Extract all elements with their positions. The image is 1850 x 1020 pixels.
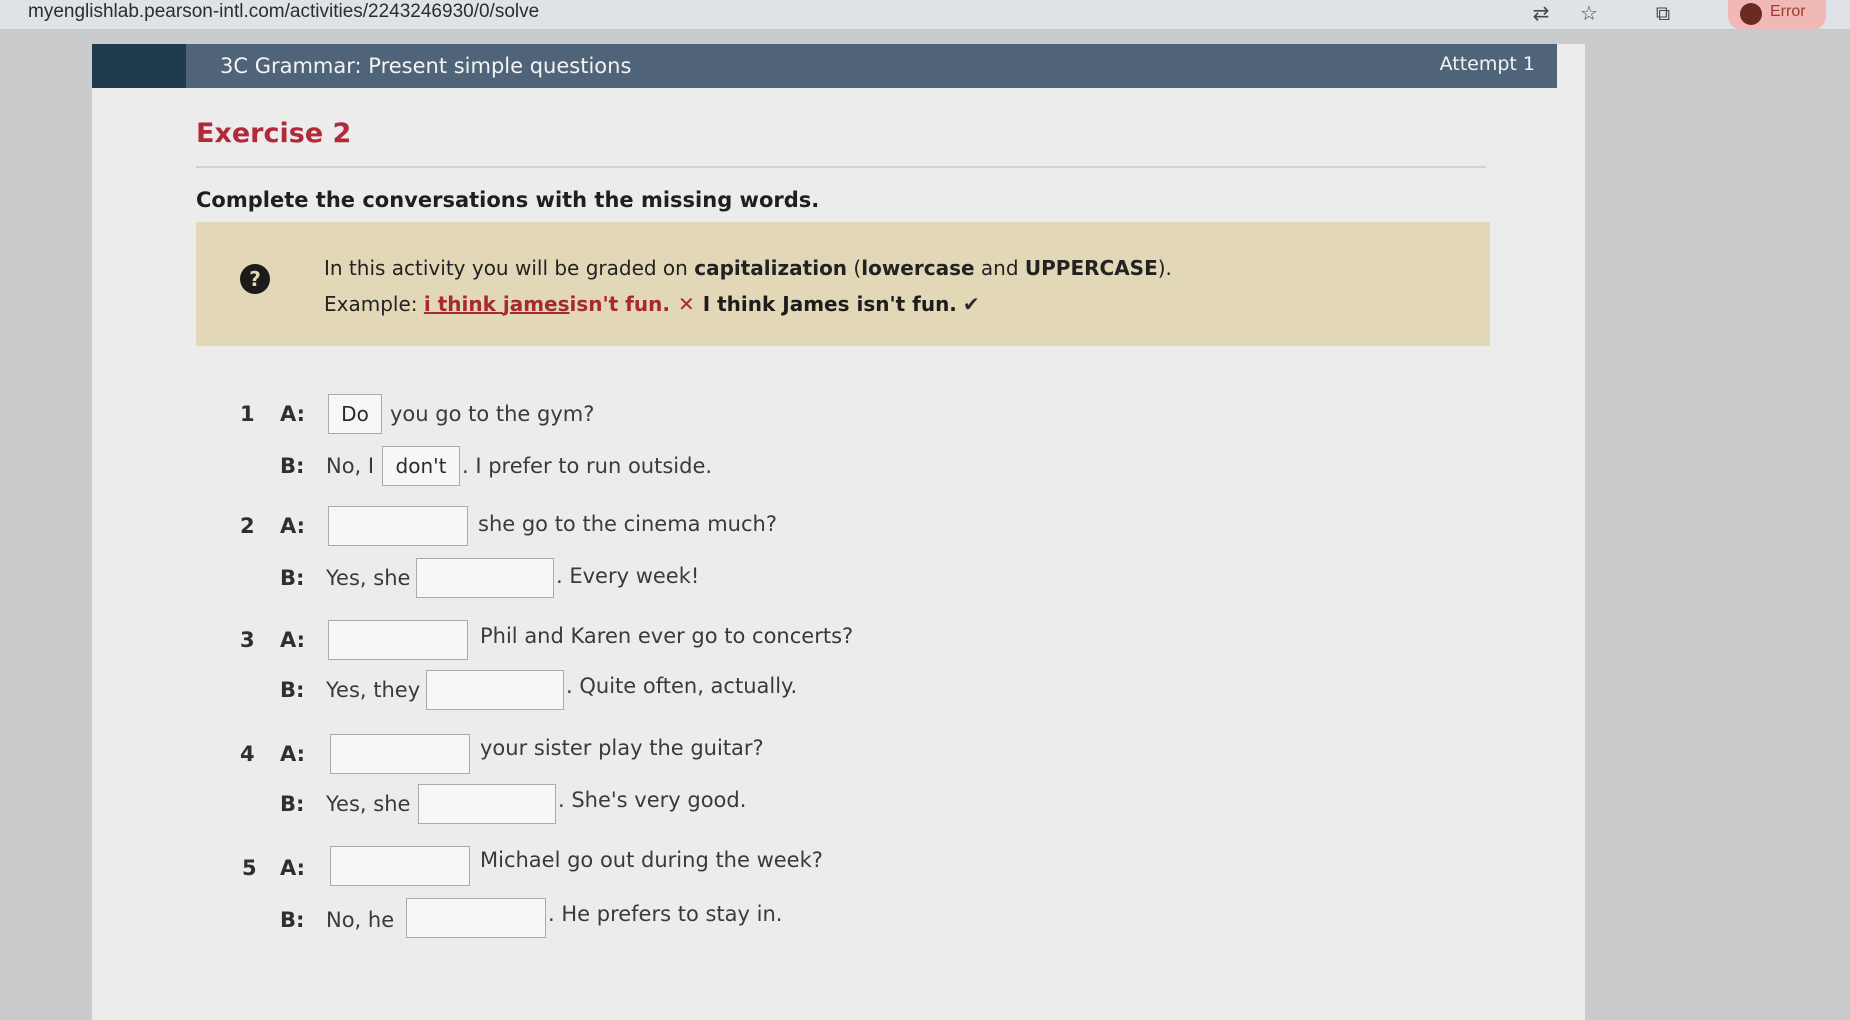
profile-error-button[interactable]: Error xyxy=(1728,0,1826,30)
question-5-b: B: No, he . He prefers to stay in. xyxy=(240,898,880,938)
answer-suffix: . Quite often, actually. xyxy=(566,674,798,698)
answer-field-2b[interactable] xyxy=(416,558,554,598)
avatar xyxy=(1740,3,1762,25)
answer-prefix: No, I xyxy=(326,454,375,478)
question-3-b: B: Yes, they . Quite often, actually. xyxy=(240,670,880,710)
address-bar[interactable]: myenglishlab.pearson-intl.com/activities… xyxy=(28,0,539,24)
speaker-b-label: B: xyxy=(280,678,305,702)
answer-field-4a[interactable] xyxy=(330,734,470,774)
answer-prefix: No, he xyxy=(326,908,395,932)
question-2-a: 2 A: she go to the cinema much? xyxy=(240,506,840,546)
question-1-b: B: No, I . I prefer to run outside. xyxy=(240,446,840,486)
info-text-prefix: In this activity you will be graded on xyxy=(324,256,695,280)
speaker-a-label: A: xyxy=(280,742,306,766)
answer-suffix: . I prefer to run outside. xyxy=(462,454,713,478)
answer-field-4b[interactable] xyxy=(418,784,556,824)
check-icon: ✔ xyxy=(962,292,980,316)
speaker-a-label: A: xyxy=(280,514,306,538)
answer-field-3b[interactable] xyxy=(426,670,564,710)
translate-icon[interactable]: ⇄ xyxy=(1530,2,1552,24)
info-text-and: and xyxy=(974,256,1025,280)
info-text-suffix: ). xyxy=(1157,256,1172,280)
capitalization-info-box: ? In this activity you will be graded on… xyxy=(196,222,1490,346)
speaker-b-label: B: xyxy=(280,908,305,932)
example-wrong-mid: think xyxy=(430,292,503,316)
activity-header: 3C Grammar: Present simple questions Att… xyxy=(92,44,1557,88)
answer-field-5b[interactable] xyxy=(406,898,546,938)
example-wrong-james: james xyxy=(502,292,570,316)
info-text: In this activity you will be graded on c… xyxy=(324,256,1172,280)
speaker-b-label: B: xyxy=(280,454,305,478)
answer-prefix: Yes, she xyxy=(326,566,411,590)
question-text: she go to the cinema much? xyxy=(478,512,777,536)
example-wrong: i think james isn't fun. xyxy=(424,292,670,316)
speaker-a-label: A: xyxy=(280,856,306,880)
extension-icon[interactable]: ⧉ xyxy=(1652,2,1674,24)
question-4-a: 4 A: your sister play the guitar? xyxy=(240,734,880,774)
speaker-b-label: B: xyxy=(280,566,305,590)
instructions: Complete the conversations with the miss… xyxy=(196,188,820,212)
answer-suffix: . She's very good. xyxy=(558,788,747,812)
cross-icon: ✕ xyxy=(677,292,695,316)
info-bold-lowercase: lowercase xyxy=(861,256,975,280)
question-mark-icon: ? xyxy=(240,264,270,294)
speaker-b-label: B: xyxy=(280,792,305,816)
error-label: Error xyxy=(1770,3,1806,20)
answer-field-3a[interactable] xyxy=(328,620,468,660)
bookmark-star-icon[interactable]: ☆ xyxy=(1578,2,1600,24)
answer-field-1b[interactable] xyxy=(382,446,460,486)
question-text: Phil and Karen ever go to concerts? xyxy=(480,624,854,648)
answer-suffix: . Every week! xyxy=(556,564,700,588)
question-text: Michael go out during the week? xyxy=(480,848,823,872)
question-text: your sister play the guitar? xyxy=(480,736,764,760)
browser-toolbar: myenglishlab.pearson-intl.com/activities… xyxy=(0,0,1850,30)
header-logo-block xyxy=(92,44,186,88)
question-number: 4 xyxy=(240,742,255,766)
question-5-a: 5 A: Michael go out during the week? xyxy=(240,846,880,886)
info-bold-uppercase: UPPERCASE xyxy=(1024,256,1158,280)
speaker-a-label: A: xyxy=(280,628,306,652)
info-text-mid: ( xyxy=(847,256,862,280)
question-4-b: B: Yes, she . She's very good. xyxy=(240,784,880,824)
exercise-title: Exercise 2 xyxy=(196,118,352,149)
info-bold-capitalization: capitalization xyxy=(694,256,848,280)
question-2-b: B: Yes, she . Every week! xyxy=(240,558,840,598)
example-label: Example: xyxy=(324,292,424,316)
answer-prefix: Yes, they xyxy=(326,678,421,702)
example-line: Example: i think james isn't fun. ✕ I thin… xyxy=(324,292,980,316)
question-number: 1 xyxy=(240,402,255,426)
attempt-label: Attempt 1 xyxy=(1439,53,1535,75)
example-wrong-end: isn't fun. xyxy=(569,292,670,316)
speaker-a-label: A: xyxy=(280,402,306,426)
question-number: 2 xyxy=(240,514,255,538)
answer-field-2a[interactable] xyxy=(328,506,468,546)
divider xyxy=(196,166,1486,168)
question-text: you go to the gym? xyxy=(390,402,595,426)
answer-field-1a[interactable] xyxy=(328,394,382,434)
example-wrong-i: i xyxy=(423,292,431,316)
activity-title: 3C Grammar: Present simple questions xyxy=(220,54,632,78)
question-3-a: 3 A: Phil and Karen ever go to concerts? xyxy=(240,620,880,660)
answer-prefix: Yes, she xyxy=(326,792,411,816)
answer-suffix: . He prefers to stay in. xyxy=(548,902,783,926)
question-number: 5 xyxy=(242,856,257,880)
answer-field-5a[interactable] xyxy=(330,846,470,886)
question-1-a: 1 A: you go to the gym? xyxy=(240,394,840,434)
question-number: 3 xyxy=(240,628,255,652)
example-right: I think James isn't fun. xyxy=(702,292,957,316)
